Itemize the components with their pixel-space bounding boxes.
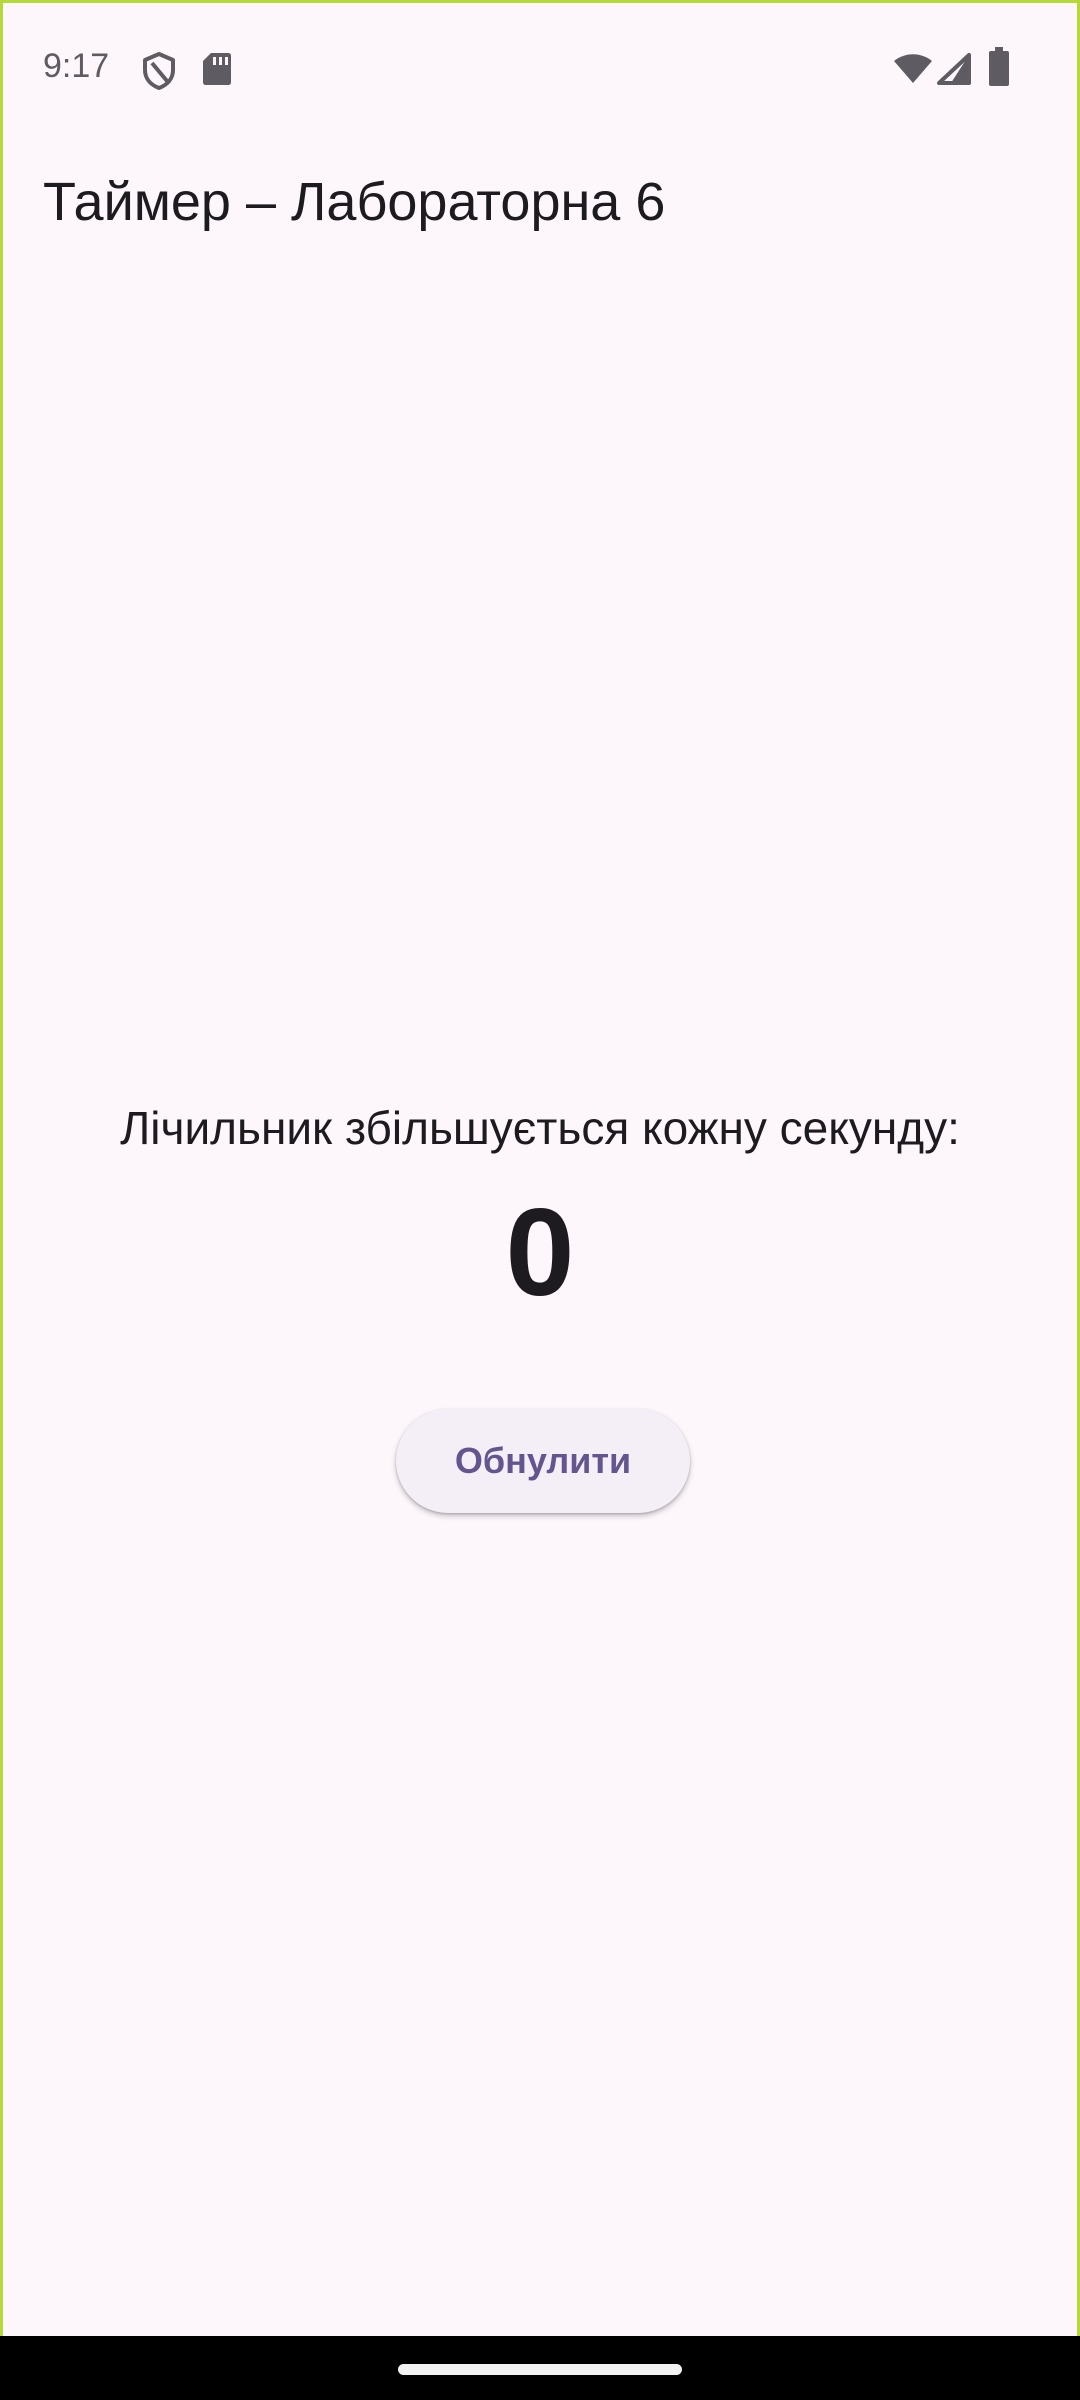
sd-card-icon (201, 51, 233, 92)
battery-icon (988, 47, 1010, 92)
reset-button[interactable]: Обнулити (396, 1409, 690, 1513)
signal-icon (937, 53, 971, 90)
navigation-bar (0, 2336, 1080, 2400)
reset-button-label: Обнулити (454, 1440, 632, 1481)
counter-value: 0 (505, 1184, 575, 1322)
wifi-icon (893, 53, 933, 90)
page-title: Таймер – Лабораторна 6 (43, 172, 666, 232)
home-gesture-handle[interactable] (398, 2364, 682, 2375)
counter-label: Лічильник збільшується кожну секунду: (120, 1102, 960, 1154)
status-time: 9:17 (43, 47, 110, 85)
status-bar: 9:17 (3, 3, 1077, 137)
app-screen: 9:17 Таймер – Лабораторна 6 Лічильник зб… (0, 0, 1080, 2336)
shield-icon (141, 51, 177, 96)
